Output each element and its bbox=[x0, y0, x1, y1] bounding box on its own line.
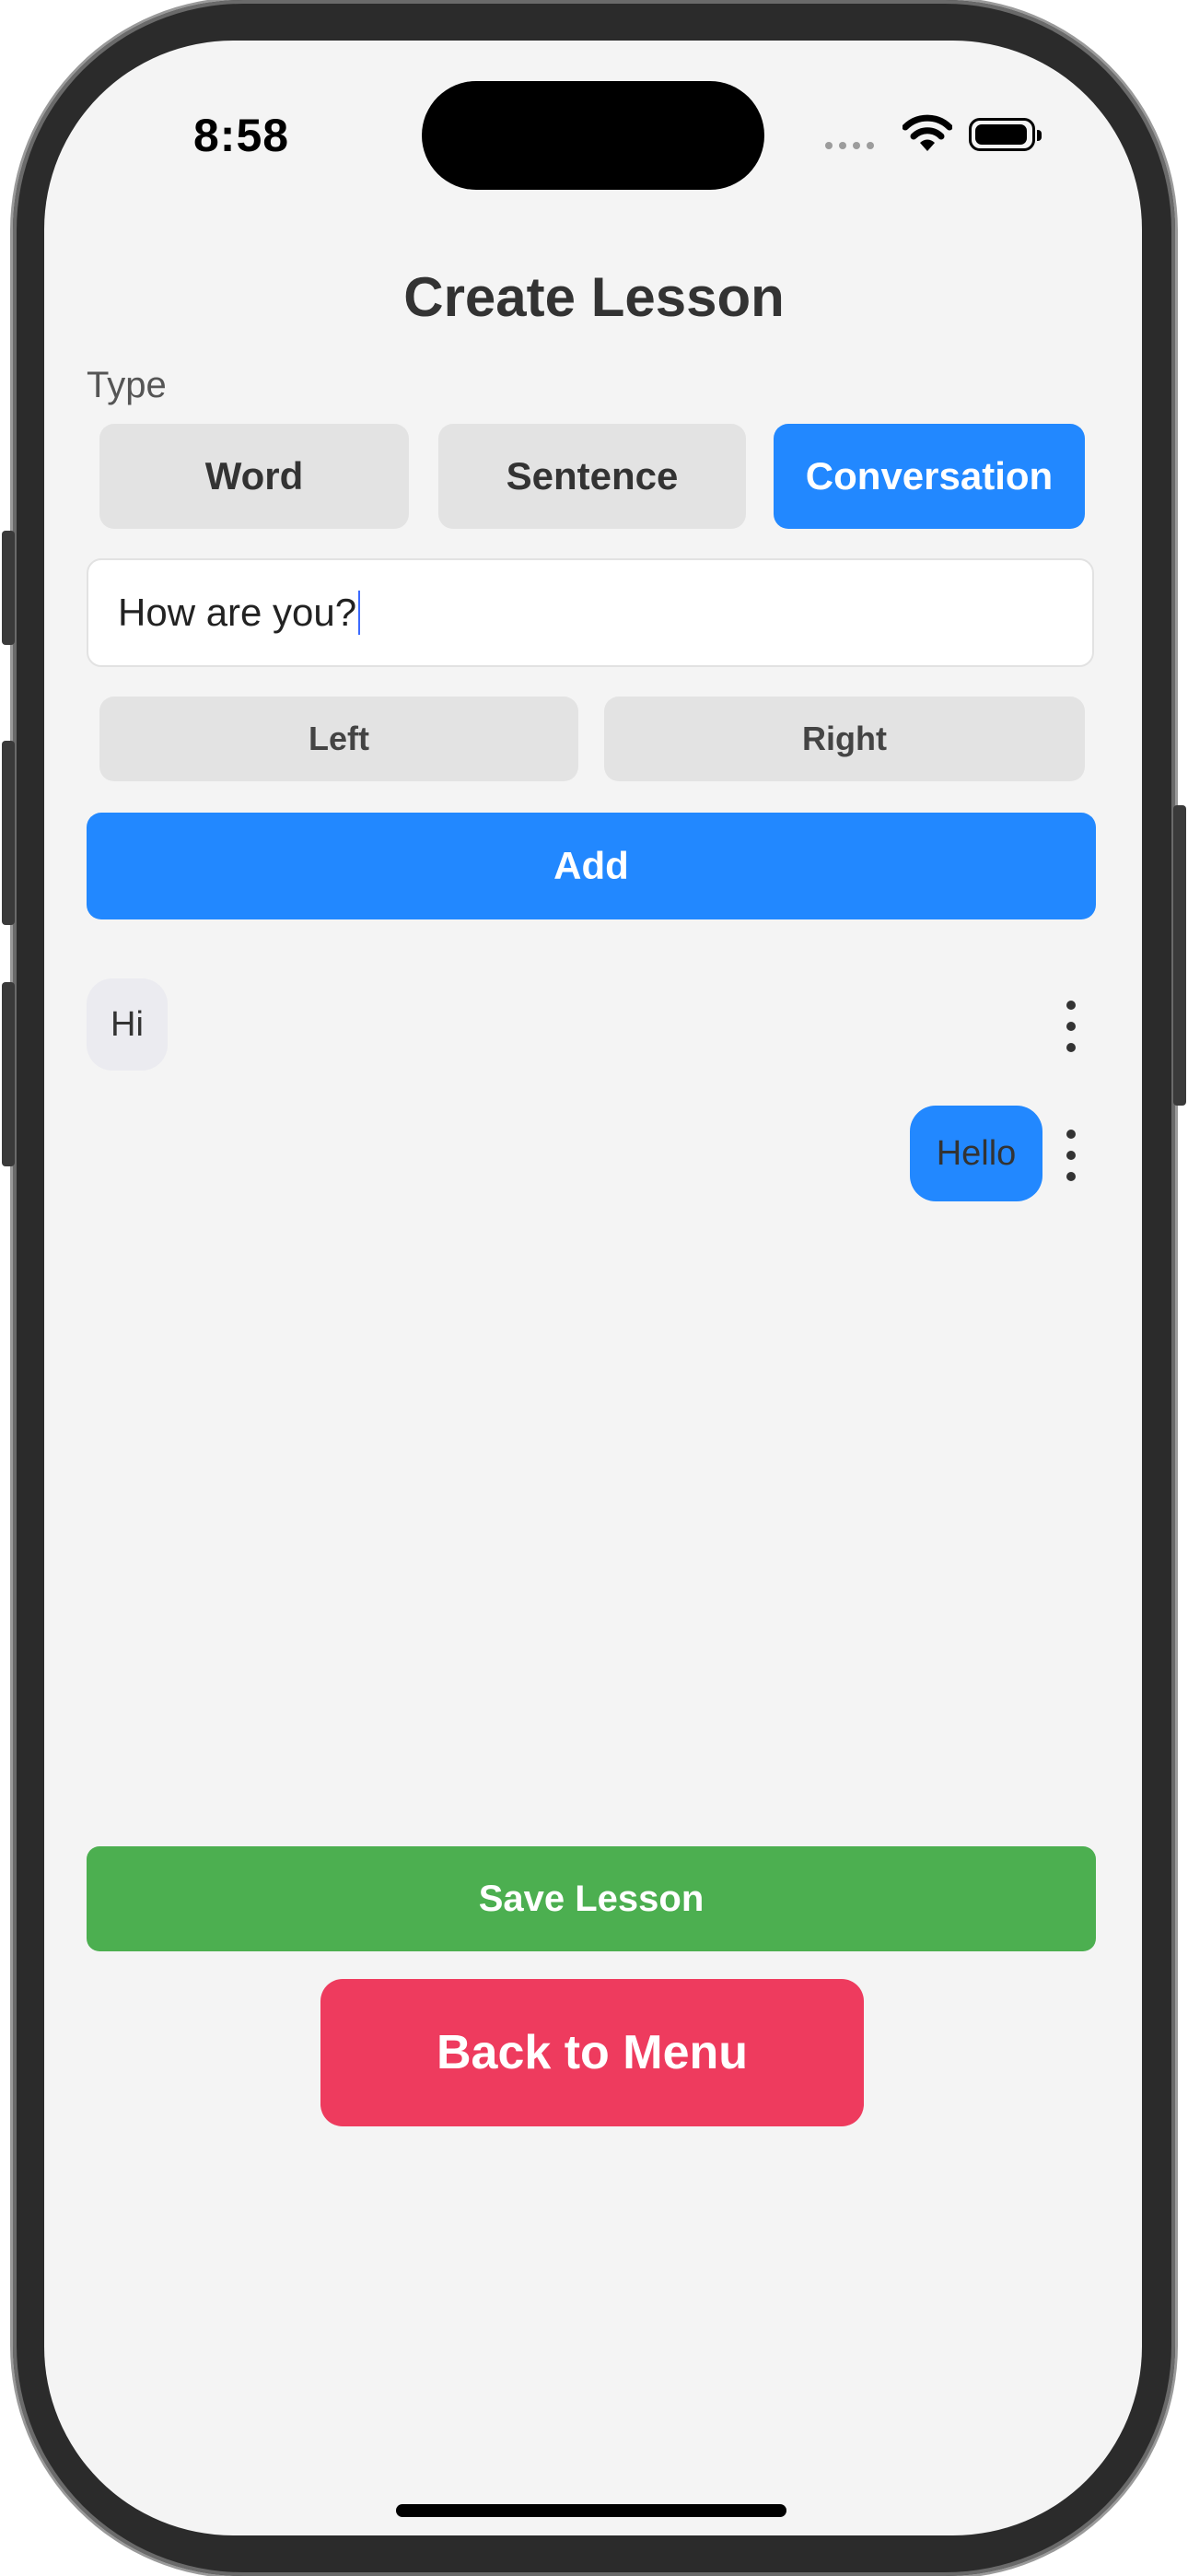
more-options-icon[interactable] bbox=[1057, 1001, 1085, 1052]
message-input[interactable]: How are you? bbox=[87, 558, 1094, 667]
type-option-conversation[interactable]: Conversation bbox=[774, 424, 1085, 529]
more-options-icon[interactable] bbox=[1057, 1130, 1085, 1181]
volume-up-button bbox=[2, 741, 15, 925]
add-button[interactable]: Add bbox=[87, 813, 1096, 919]
message-input-value: How are you? bbox=[118, 591, 357, 634]
screen bbox=[44, 41, 1142, 2535]
battery-icon bbox=[969, 118, 1042, 151]
page-title: Create Lesson bbox=[403, 266, 785, 328]
text-cursor bbox=[358, 591, 361, 635]
power-button bbox=[1173, 805, 1186, 1106]
type-option-word[interactable]: Word bbox=[99, 424, 409, 529]
save-lesson-button[interactable]: Save Lesson bbox=[87, 1846, 1096, 1951]
status-time: 8:58 bbox=[193, 110, 290, 161]
dynamic-island bbox=[422, 81, 764, 190]
type-option-sentence[interactable]: Sentence bbox=[438, 424, 746, 529]
action-button bbox=[2, 531, 15, 645]
message-bubble-right: Hello bbox=[910, 1106, 1042, 1201]
home-indicator[interactable] bbox=[396, 2504, 786, 2517]
cellular-signal-icon bbox=[825, 142, 874, 149]
side-right-button[interactable]: Right bbox=[604, 697, 1085, 781]
back-to-menu-button[interactable]: Back to Menu bbox=[320, 1979, 864, 2126]
message-bubble-left: Hi bbox=[87, 978, 168, 1071]
wifi-icon bbox=[902, 114, 953, 158]
side-left-button[interactable]: Left bbox=[99, 697, 578, 781]
volume-down-button bbox=[2, 982, 15, 1166]
type-label: Type bbox=[87, 365, 167, 405]
